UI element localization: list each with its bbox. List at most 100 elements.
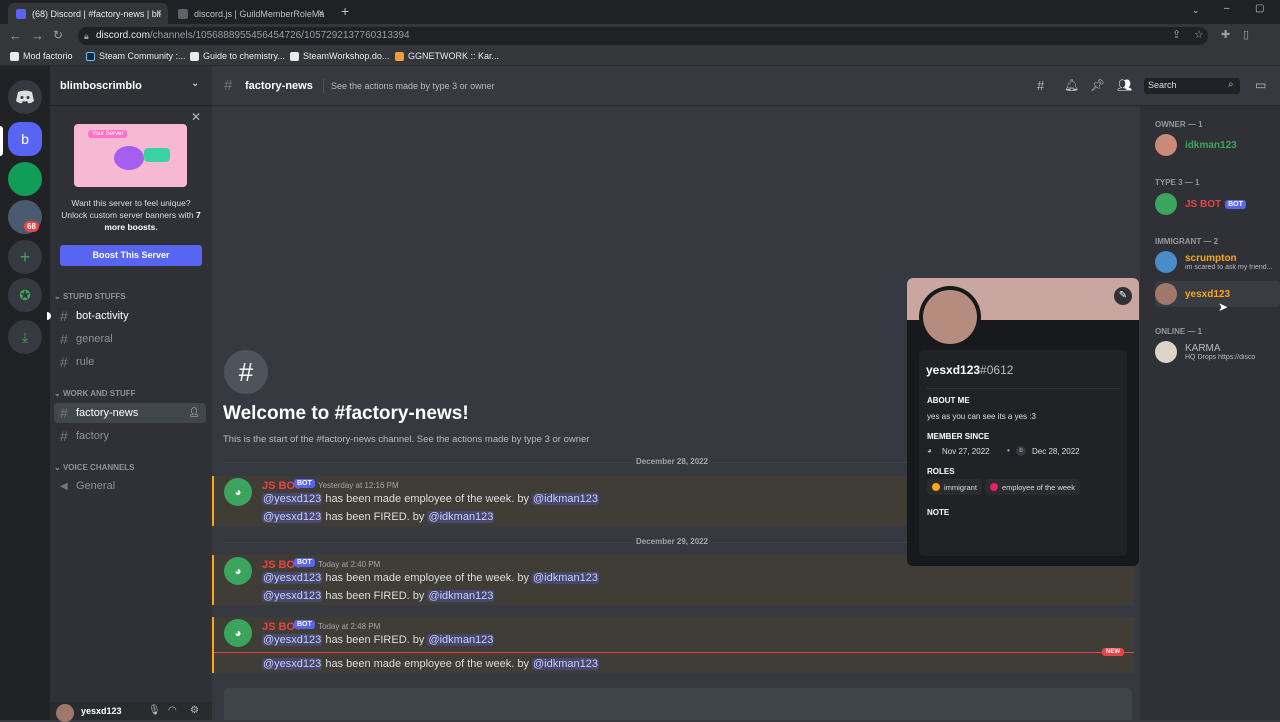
roles-label: ROLES [927, 467, 955, 476]
bookmark-item[interactable]: SteamWorkshop.do... [290, 51, 389, 61]
url-field[interactable]: 🔒︎ discord.com/channels/1056888955456454… [78, 27, 1208, 45]
avatar [1155, 193, 1177, 215]
bot-avatar[interactable]: ◕ [224, 619, 252, 647]
discriminator: #0612 [980, 363, 1014, 377]
user-mention[interactable]: @yesxd123 [262, 634, 323, 646]
channel-factory-news[interactable]: # factory-news 👤︎ [54, 403, 206, 423]
avatar [1155, 134, 1177, 156]
role-chip[interactable]: employee of the week [985, 479, 1080, 495]
server-blimboscrimblo[interactable]: b [8, 122, 42, 156]
user-mention[interactable]: @idkman123 [427, 511, 495, 523]
discord-favicon-icon [16, 8, 26, 19]
notification-bell-icon[interactable]: 🔔︎ [1064, 78, 1079, 92]
close-tab-icon[interactable]: × [318, 8, 324, 19]
bookmark-item[interactable]: GGNETWORK :: Kar... [395, 51, 499, 61]
server-member-since: Dec 28, 2022 [1032, 447, 1080, 456]
role-name: immigrant [944, 482, 977, 492]
tab-discordjs[interactable]: discord.js | GuildMemberRoleMa × [170, 3, 330, 24]
note-input[interactable] [927, 522, 1119, 544]
channel-general[interactable]: # general [54, 329, 206, 349]
member-list-icon[interactable]: 👥︎ [1117, 78, 1132, 92]
add-server-icon[interactable]: + [8, 240, 42, 274]
member-karma[interactable]: KARMA HQ Drops https://disco [1155, 339, 1280, 365]
user-mention[interactable]: @yesxd123 [262, 511, 323, 523]
channel-rule[interactable]: # rule [54, 352, 206, 372]
reload-icon[interactable]: ↻ [53, 28, 63, 42]
bookmark-item[interactable]: Mod factorio [10, 51, 73, 61]
bot-avatar[interactable]: ◕ [224, 478, 252, 506]
channel-bot-activity[interactable]: # bot-activity [54, 306, 206, 326]
user-mention[interactable]: @idkman123 [427, 590, 495, 602]
channel-label: factory [76, 430, 110, 442]
user-mention[interactable]: @yesxd123 [262, 572, 323, 584]
pin-icon[interactable]: 📌︎ [1090, 78, 1105, 92]
category-header[interactable]: ⌄ STUPID STUFFS [54, 292, 126, 301]
member-group-header: TYPE 3 — 1 [1155, 178, 1200, 187]
user-mention[interactable]: @idkman123 [532, 658, 599, 670]
mouse-cursor-icon: ➤ [1218, 300, 1229, 314]
profile-avatar-frame [919, 286, 981, 348]
notification-badge: 68 [24, 221, 39, 232]
minimize-icon[interactable]: – [1224, 3, 1230, 14]
sidepanel-icon[interactable]: ▯ [1243, 28, 1249, 41]
bookmarks-bar: Mod factorio Steam Community :... Guide … [0, 48, 1280, 66]
avatar[interactable] [923, 290, 977, 344]
new-tab-button[interactable]: + [341, 3, 349, 19]
channel-label: factory-news [76, 407, 139, 419]
avatar[interactable] [56, 704, 74, 722]
avatar [1155, 283, 1177, 305]
message-line: @yesxd123 has been FIRED. by @idkman123 [262, 634, 495, 646]
share-icon[interactable]: ⇪ [1172, 28, 1181, 41]
inbox-icon[interactable]: ▭ [1255, 78, 1266, 92]
user-mention[interactable]: @yesxd123 [262, 658, 323, 670]
explore-compass-icon[interactable]: ✪ [8, 278, 42, 312]
url-path: /channels/1056888955456454726/1057292137… [149, 30, 410, 41]
channel-title: factory-news [245, 80, 313, 92]
user-mention[interactable]: @yesxd123 [262, 590, 323, 602]
server-header[interactable]: blimboscrimblo ⌄ [50, 66, 212, 106]
mute-mic-icon[interactable]: 🎙︎ [148, 705, 161, 716]
role-chip[interactable]: immigrant [927, 479, 982, 495]
category-header[interactable]: ⌄ VOICE CHANNELS [54, 463, 135, 472]
tab-discord[interactable]: (68) Discord | #factory-news | bli × [8, 3, 168, 24]
search-input[interactable]: Search ⌕ [1144, 78, 1240, 94]
invite-icon[interactable]: 👤︎ [189, 407, 200, 418]
user-mention[interactable]: @idkman123 [427, 634, 495, 646]
channel-factory[interactable]: # factory [54, 426, 206, 446]
bookmark-star-icon[interactable]: ☆ [1194, 28, 1204, 41]
headphones-icon[interactable]: ◠ [168, 705, 177, 716]
download-apps-icon[interactable]: ⤓ [8, 320, 42, 354]
workshop-icon [290, 51, 299, 61]
header-search-area: Search ⌕ ▭ [1140, 66, 1280, 106]
bookmark-item[interactable]: Steam Community :... [86, 51, 186, 61]
bookmark-label: Guide to chemistry... [203, 51, 285, 61]
user-mention[interactable]: @idkman123 [532, 572, 599, 584]
restore-icon[interactable]: ▢ [1255, 3, 1264, 14]
member-idkman123[interactable]: idkman123 [1155, 132, 1280, 158]
server-green[interactable] [8, 162, 42, 196]
message-line: @yesxd123 has been FIRED. by @idkman123 [262, 590, 495, 602]
tab-search-icon[interactable]: ⌄ [1192, 5, 1200, 16]
voice-channel-general[interactable]: ◀︎ General [54, 476, 206, 496]
discord-home-icon[interactable] [8, 80, 42, 114]
threads-icon[interactable]: # [1037, 78, 1044, 93]
forward-icon[interactable]: → [31, 28, 44, 43]
member-group-header: IMMIGRANT — 2 [1155, 237, 1219, 246]
boost-server-button[interactable]: Boost This Server [60, 245, 202, 266]
close-icon[interactable]: ✕ [191, 110, 201, 124]
bookmark-item[interactable]: Guide to chemistry... [190, 51, 285, 61]
gear-icon[interactable]: ⚙ [190, 705, 199, 716]
user-panel: yesxd123 🎙︎ ◠ ⚙ [50, 702, 212, 722]
user-mention[interactable]: @idkman123 [532, 493, 599, 505]
bot-avatar[interactable]: ◕ [224, 557, 252, 585]
user-mention[interactable]: @yesxd123 [262, 493, 323, 505]
category-header[interactable]: ⌄ WORK AND STUFF [54, 389, 136, 398]
member-scrumpton[interactable]: scrumpton im scared to ask my friend... [1155, 249, 1280, 275]
member-js-bot[interactable]: JS BOT BOT [1155, 191, 1280, 217]
bot-badge: BOT [1225, 199, 1246, 209]
close-tab-icon[interactable]: × [156, 8, 162, 19]
url-domain: discord.com [96, 30, 150, 41]
back-icon[interactable]: ← [9, 28, 22, 43]
edit-pencil-icon[interactable]: ✎ [1114, 287, 1132, 305]
extensions-icon[interactable]: ✚ [1221, 28, 1230, 41]
